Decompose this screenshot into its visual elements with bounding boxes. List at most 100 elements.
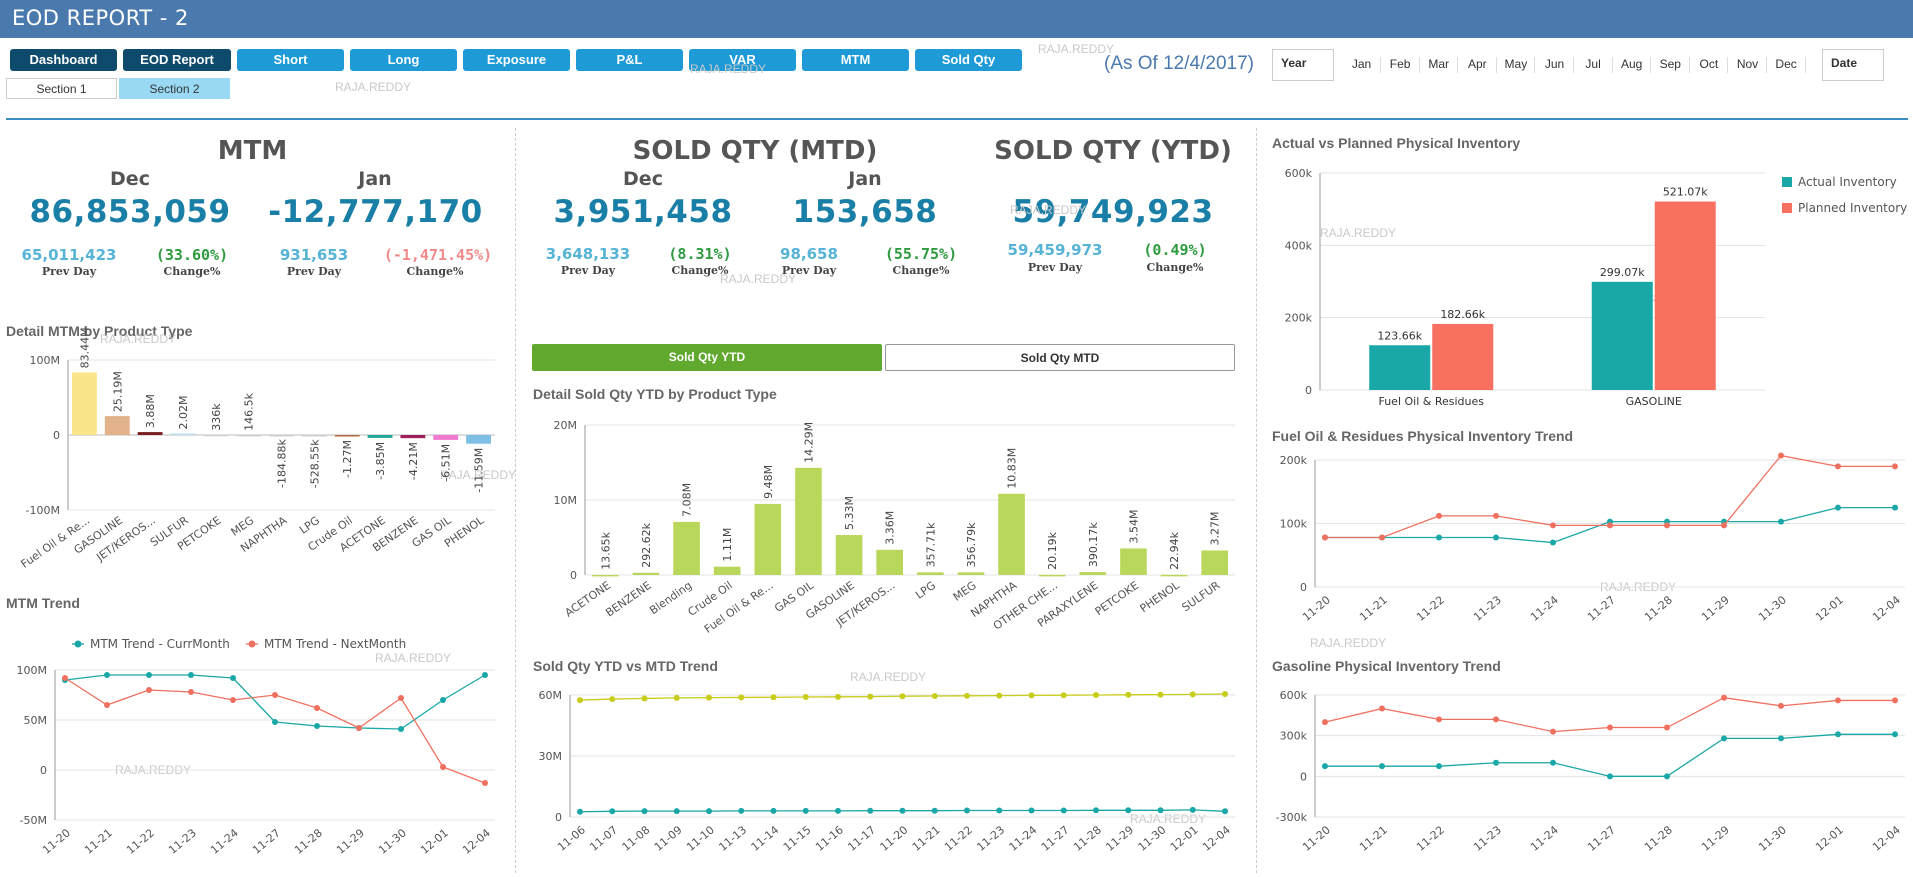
x-tick-label: 11-23 [166,826,199,857]
data-point [440,764,446,770]
data-point [1379,705,1385,712]
section-tab-1[interactable]: Section 1 [6,78,117,99]
bar [1120,548,1147,575]
x-tick-label: SULFUR [1180,579,1223,615]
month-jan[interactable]: Jan [1343,57,1381,73]
bar-data-label: 3.88M [144,394,157,428]
bar-data-label: 25.19M [111,371,124,412]
x-tick-label: 11-30 [376,826,409,857]
month-may[interactable]: May [1497,57,1536,73]
sold-qty-ytd-toggle[interactable]: Sold Qty YTD [532,344,882,371]
sold-mtd-kpi-prev-right: 98,658 [780,245,838,263]
sold-ytd-kpi-prev: 59,459,973 [1007,241,1103,259]
y-tick-label: 0 [40,764,47,777]
data-point [770,807,777,814]
data-point [996,692,1003,699]
bar [1079,572,1107,575]
year-filter[interactable]: Year [1272,49,1334,81]
date-filter[interactable]: Date [1822,49,1884,81]
app-title: EOD REPORT - 2 [12,6,189,30]
x-tick-label: 11-30 [1756,593,1789,624]
x-tick-label: 11-28 [292,826,325,857]
x-tick-label: 11-24 [208,826,241,857]
x-tick-label: 11-17 [845,823,878,854]
data-point [641,808,648,815]
data-point [272,719,278,725]
section-tab-2[interactable]: Section 2 [119,78,230,99]
month-apr[interactable]: Apr [1459,57,1497,73]
bar [170,433,196,435]
bar-data-label: 83.44M [78,327,91,368]
data-point [1550,539,1556,546]
nav-button-dashboard[interactable]: Dashboard [10,49,117,71]
month-dec[interactable]: Dec [1768,57,1806,73]
data-point [1322,763,1328,770]
mtm-kpi-prev-label-left: Prev Day [41,265,97,278]
inventory-title: Actual vs Planned Physical Inventory [1272,135,1521,151]
month-aug[interactable]: Aug [1613,57,1652,73]
nav-button-mtm[interactable]: MTM [802,49,909,71]
data-point [1493,759,1499,766]
y-tick-label: 0 [1300,770,1307,783]
nav-button-eod-report[interactable]: EOD Report [123,49,231,71]
legend-swatch [1782,203,1792,213]
data-point [230,675,236,681]
data-point [1189,806,1196,813]
mtm-kpi-prev-right: 931,653 [279,246,349,264]
x-tick-label: 11-28 [1642,593,1675,624]
nav-button-long[interactable]: Long [350,49,457,71]
month-jul[interactable]: Jul [1575,57,1613,73]
month-sep[interactable]: Sep [1652,57,1690,73]
month-feb[interactable]: Feb [1382,57,1420,73]
nav-button-p-l[interactable]: P&L [576,49,683,71]
data-point [641,695,648,702]
bar-data-label: -184.88k [276,439,289,488]
x-tick-label: 12-04 [1870,593,1903,624]
y-tick-label: 200k [1280,454,1308,467]
detail-sold-chart: 20M10M013.65kACETONE292.62kBENZENE7.08MB… [554,419,1235,636]
bar [236,434,262,437]
mtm-kpi-month-left: Dec [110,168,150,190]
sold-ytd-kpi-title: SOLD QTY (YTD) [994,136,1232,166]
nav-button-sold-qty[interactable]: Sold Qty [915,49,1022,71]
bar [998,493,1025,575]
sold-ytd-kpi-change: (0.49%) [1143,241,1207,259]
data-point [1835,731,1841,738]
y-tick-label: -300k [1276,811,1308,824]
data-point [356,725,362,731]
x-tick-label: 11-16 [813,823,846,854]
month-oct[interactable]: Oct [1690,57,1729,73]
data-point [1222,808,1228,815]
bar [104,416,130,435]
legend-label: Actual Inventory [1798,175,1897,189]
data-point [1436,763,1442,770]
bar-data-label: -4.21M [407,442,420,480]
data-point [1436,534,1442,541]
data-point [964,807,970,814]
y-tick-label: 300k [1280,730,1308,743]
detail-mtm-chart: 100M0-100M83.44MFuel Oil & Re...25.19MGA… [19,327,495,571]
nav-button-short[interactable]: Short [237,49,344,71]
bar [1432,323,1494,390]
sold-trend-chart: 60M30M011-06 11-07 11-08 11-09 11-10 11-13 11-… [539,689,1235,854]
sold-qty-mtd-toggle[interactable]: Sold Qty MTD [885,344,1235,371]
data-point [1607,773,1613,780]
month-mar[interactable]: Mar [1420,57,1459,73]
x-tick-label: 11-07 [587,823,620,854]
month-nov[interactable]: Nov [1729,57,1767,73]
nav-button-exposure[interactable]: Exposure [463,49,570,71]
month-jun[interactable]: Jun [1536,57,1574,73]
bar [301,435,327,437]
data-point [1778,518,1784,525]
bar [592,574,619,577]
bar [466,435,491,444]
data-point [1060,807,1067,814]
mtm-kpi-change-left: (33.60%) [155,246,229,264]
bar-data-label: 10.83M [1006,448,1019,489]
mtm-kpi-value-right: -12,777,170 [268,194,483,230]
mtm-kpi-title: MTM [217,136,288,166]
y-tick-label: 400k [1285,239,1313,252]
bar [1038,574,1066,577]
x-tick-label: 11-20 [40,826,73,857]
y-tick-label: 50M [24,714,48,727]
